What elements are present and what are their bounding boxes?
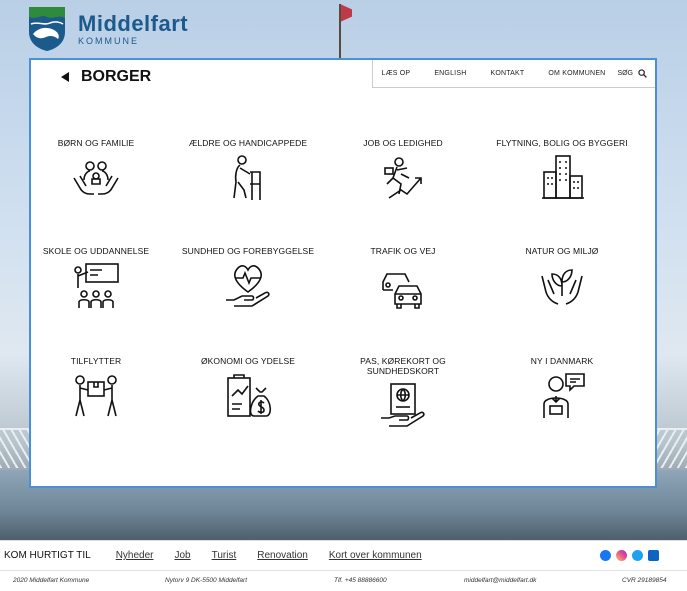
top-navigation: LÆS OP ENGLISH KONTAKT OM KOMMUNEN SØG bbox=[372, 60, 655, 88]
tile-label: BØRN OG FAMILIE bbox=[57, 138, 135, 148]
quick-link-turist[interactable]: Turist bbox=[212, 550, 237, 561]
newcomer-icon bbox=[543, 373, 585, 418]
logo-subtitle: KOMMUNE bbox=[78, 36, 139, 46]
background-flag bbox=[340, 4, 352, 22]
instagram-icon[interactable] bbox=[616, 550, 627, 561]
main-panel: BORGER LÆS OP ENGLISH KONTAKT OM KOMMUNE… bbox=[29, 58, 657, 488]
search-icon bbox=[638, 69, 647, 78]
quick-link-job[interactable]: Job bbox=[175, 550, 191, 561]
heart-hand-icon bbox=[226, 265, 270, 307]
tile-label: NY I DANMARK bbox=[530, 356, 594, 366]
page-title: BORGER bbox=[61, 68, 151, 86]
tile-okonomi-og-ydelse[interactable]: ØKONOMI OG YDELSE bbox=[173, 356, 323, 420]
tile-label: TILFLYTTER bbox=[70, 356, 122, 366]
footer-address: Nytorv 9 DK-5500 Middelfart bbox=[165, 577, 248, 584]
tile-label: SKOLE OG UDDANNELSE bbox=[42, 246, 150, 256]
search-label: SØG bbox=[617, 70, 633, 77]
back-arrow-icon[interactable] bbox=[61, 72, 69, 82]
buildings-icon bbox=[542, 155, 584, 199]
twitter-icon[interactable] bbox=[632, 550, 643, 561]
footer-info: 2020 Middelfart Kommune Nytorv 9 DK-5500… bbox=[0, 570, 687, 591]
background-bridge-right bbox=[656, 428, 687, 468]
search-button[interactable]: SØG bbox=[617, 69, 647, 78]
movers-icon bbox=[75, 375, 117, 417]
tile-label: ØKONOMI OG YDELSE bbox=[200, 356, 296, 366]
tile-label: JOB OG LEDIGHED bbox=[363, 138, 443, 148]
classroom-icon bbox=[74, 263, 119, 308]
tile-label: NATUR OG MILJØ bbox=[525, 246, 599, 256]
footer-email[interactable]: middelfart@middelfart.dk bbox=[464, 577, 536, 584]
linkedin-icon[interactable] bbox=[648, 550, 659, 561]
quick-link-kort[interactable]: Kort over kommunen bbox=[329, 550, 422, 561]
family-hands-icon bbox=[73, 161, 119, 195]
quick-links-bar: KOM HURTIGT TIL Nyheder Job Turist Renov… bbox=[0, 540, 687, 570]
tile-label: SUNDHED OG FOREBYGGELSE bbox=[181, 246, 315, 256]
footer-phone[interactable]: Tlf. +45 88886600 bbox=[334, 577, 387, 584]
nav-about[interactable]: OM KOMMUNEN bbox=[548, 70, 605, 77]
tile-job-og-ledighed[interactable]: JOB OG LEDIGHED bbox=[328, 138, 478, 202]
tile-label: PAS, KØREKORT OG SUNDHEDSKORT bbox=[360, 356, 446, 376]
logo-name: Middelfart bbox=[78, 11, 189, 36]
tile-born-og-familie[interactable]: BØRN OG FAMILIE bbox=[21, 138, 171, 202]
footer-copyright: 2020 Middelfart Kommune bbox=[13, 577, 90, 584]
tile-label: TRAFIK OG VEJ bbox=[370, 246, 436, 256]
tile-aeldre-og-handicappede[interactable]: ÆLDRE OG HANDICAPPEDE bbox=[173, 138, 323, 202]
tile-label: ÆLDRE OG HANDICAPPEDE bbox=[188, 138, 308, 148]
tile-natur-og-miljo[interactable]: NATUR OG MILJØ bbox=[487, 246, 637, 310]
tile-flytning-bolig-og-byggeri[interactable]: FLYTNING, BOLIG OG BYGGERI bbox=[487, 138, 637, 202]
cars-icon bbox=[382, 273, 422, 309]
site-logo[interactable]: Middelfart KOMMUNE bbox=[28, 6, 188, 52]
nav-contact[interactable]: KONTAKT bbox=[490, 70, 524, 77]
tile-sundhed-og-forebyggelse[interactable]: SUNDHED OG FOREBYGGELSE bbox=[173, 246, 323, 310]
tile-skole-og-uddannelse[interactable]: SKOLE OG UDDANNELSE bbox=[21, 246, 171, 310]
passport-icon bbox=[381, 383, 425, 427]
background-bridge-left bbox=[0, 428, 32, 468]
walker-icon bbox=[233, 155, 261, 200]
tile-trafik-og-vej[interactable]: TRAFIK OG VEJ bbox=[328, 246, 478, 310]
finance-icon bbox=[227, 374, 272, 417]
social-links bbox=[595, 550, 659, 561]
coat-of-arms-icon bbox=[29, 7, 65, 51]
background-mast bbox=[339, 4, 341, 60]
page-title-text: BORGER bbox=[81, 68, 152, 85]
nav-english[interactable]: ENGLISH bbox=[434, 70, 466, 77]
quick-link-nyheder[interactable]: Nyheder bbox=[116, 550, 154, 561]
job-growth-icon bbox=[384, 157, 422, 199]
tile-tilflytter[interactable]: TILFLYTTER bbox=[21, 356, 171, 420]
nav-read-aloud[interactable]: LÆS OP bbox=[381, 70, 410, 77]
quick-link-renovation[interactable]: Renovation bbox=[257, 550, 308, 561]
quick-links-title: KOM HURTIGT TIL bbox=[4, 550, 91, 561]
tile-label: FLYTNING, BOLIG OG BYGGERI bbox=[496, 138, 628, 148]
footer-cvr: CVR 29189854 bbox=[622, 577, 667, 584]
tile-pas-korekort-og-sundhedskort[interactable]: PAS, KØREKORT OG SUNDHEDSKORT bbox=[328, 356, 478, 430]
facebook-icon[interactable] bbox=[600, 550, 611, 561]
plant-hands-icon bbox=[541, 269, 583, 305]
tile-ny-i-danmark[interactable]: NY I DANMARK bbox=[487, 356, 637, 420]
